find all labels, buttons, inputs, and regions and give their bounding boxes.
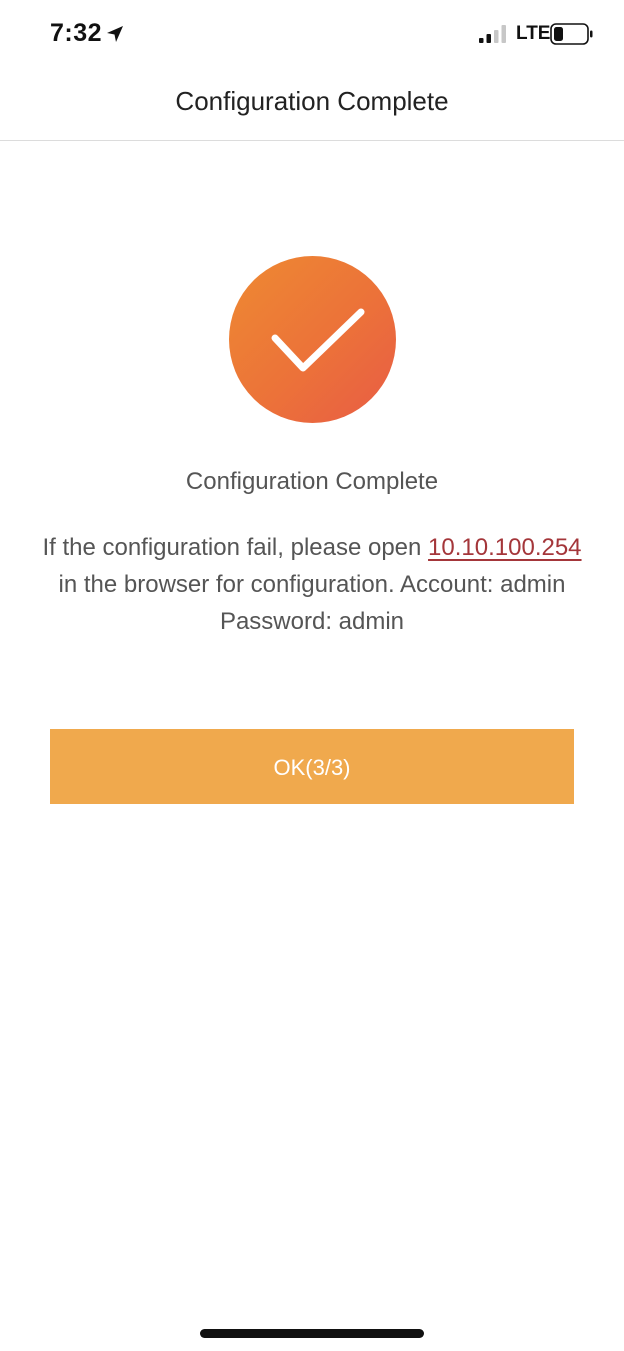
ok-button[interactable]: OK(3/3) (50, 729, 574, 804)
status-time: 7:32 (50, 19, 103, 47)
screen: 7:32 LTE Configuration Complete Configur… (0, 0, 624, 1351)
ip-address-link[interactable]: 10.10.100.254 (428, 534, 581, 561)
status-title: Configuration Complete (185, 468, 439, 495)
instruction-message: If the configuration fail, please open 1… (40, 529, 584, 640)
home-indicator[interactable] (200, 1329, 424, 1338)
battery-icon (550, 23, 593, 45)
message-suffix: in the browser for configuration. Accoun… (58, 571, 566, 635)
network-label: LTE (516, 23, 551, 44)
location-arrow-icon (107, 26, 123, 42)
status-bar: 7:32 LTE (0, 0, 624, 70)
checkmark-icon (271, 308, 365, 372)
message-prefix: If the configuration fail, please open (42, 534, 429, 561)
page-title: Configuration Complete (175, 86, 449, 116)
check-circle-icon (229, 256, 396, 423)
signal-icon (479, 25, 506, 43)
nav-bar: Configuration Complete (0, 70, 624, 141)
